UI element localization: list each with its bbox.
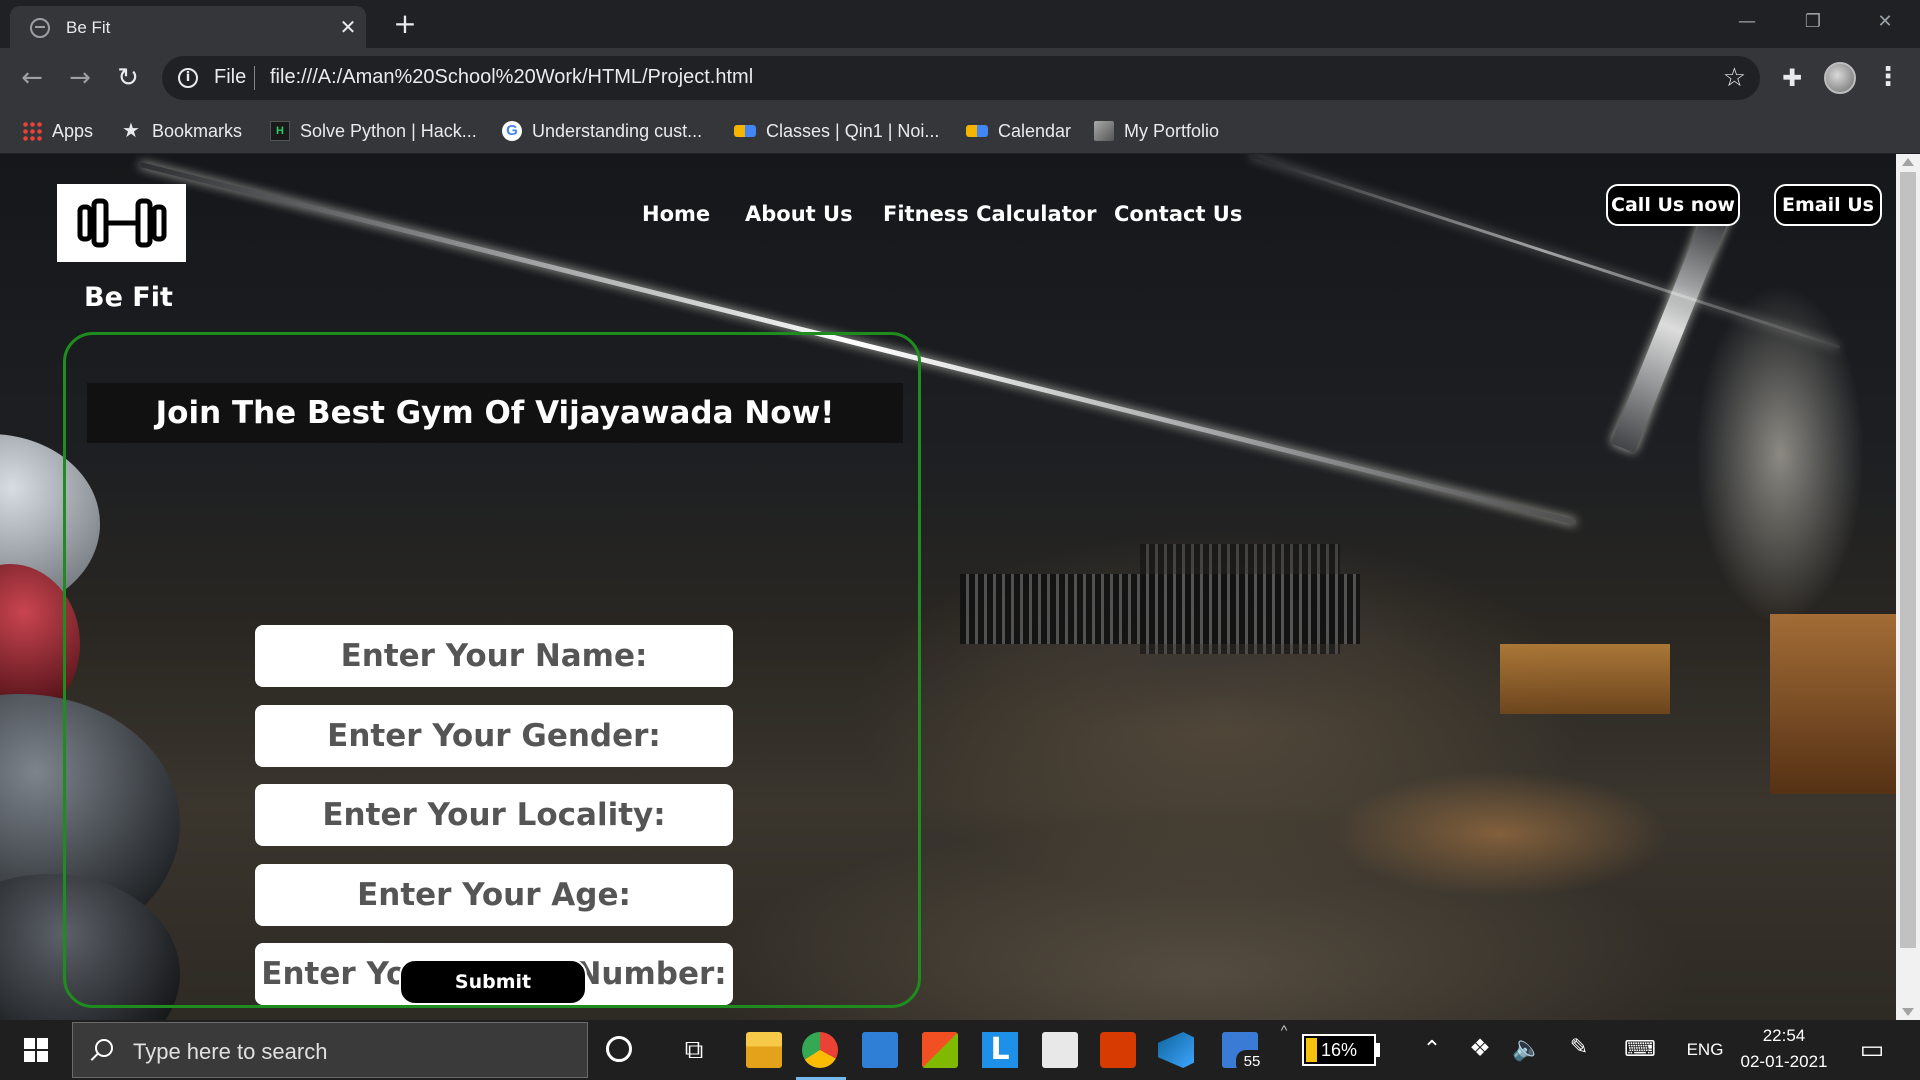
keyboard-icon[interactable]: ⌨ [1620,1036,1660,1062]
new-tab-button[interactable]: + [390,10,420,40]
submit-button[interactable]: Submit [399,959,587,1005]
bookmark-label: Bookmarks [152,120,243,141]
classes-icon [734,125,756,137]
minimize-button[interactable]: — [1724,6,1770,38]
office-icon[interactable] [1100,1032,1136,1068]
chrome-icon[interactable] [802,1032,838,1068]
brand-name: Be Fit [84,282,173,313]
browser-tab[interactable]: Be Fit ✕ [10,6,366,48]
clock-date[interactable]: 02-01-2021 [1734,1052,1834,1072]
notification-count: 55 [1236,1050,1268,1074]
age-input[interactable] [255,864,733,926]
scroll-up-arrow-icon[interactable] [1902,158,1914,166]
page-viewport: Be Fit Home About Us Fitness Calculator … [0,154,1896,1020]
clock-time[interactable]: 22:54 [1734,1026,1834,1046]
extensions-puzzle-icon[interactable]: ✚ [1776,62,1808,94]
bookmark-label: Calendar [998,120,1072,141]
forward-arrow-icon[interactable]: → [64,62,96,94]
battery-percentage: 16% [1320,1040,1358,1060]
restore-button[interactable]: ❐ [1790,6,1836,38]
logo[interactable] [57,184,186,262]
bookmark-apps[interactable]: Apps [22,118,93,144]
volume-icon[interactable]: 🔈 [1512,1034,1542,1063]
bookmark-portfolio[interactable]: My Portfolio [1094,118,1219,144]
scroll-thumb[interactable] [1900,172,1916,948]
apps-grid-icon [22,121,42,141]
tab-strip: Be Fit ✕ + — ❐ ✕ [0,0,1920,48]
mail-icon[interactable] [862,1032,898,1068]
back-arrow-icon[interactable]: ← [16,62,48,94]
tab-title: Be Fit [66,18,111,37]
bookmark-label: Understanding cust... [532,120,703,141]
nav-about-us[interactable]: About Us [745,202,853,226]
bookmark-bookmarks[interactable]: ★ Bookmarks [122,118,242,144]
vscode-icon[interactable] [1158,1032,1194,1068]
hackerrank-icon: H [270,121,290,141]
globe-icon [30,18,50,38]
page-scrollbar[interactable] [1896,154,1920,1020]
action-center-icon[interactable]: ▭ [1856,1034,1888,1065]
bookmarks-bar: Apps ★ Bookmarks H Solve Python | Hack..… [0,108,1920,154]
battery-indicator[interactable]: 16% [1302,1034,1376,1066]
search-icon [95,1039,113,1057]
close-window-button[interactable]: ✕ [1862,6,1908,38]
google-icon: G [502,121,522,141]
close-tab-icon[interactable]: ✕ [336,15,360,39]
language-indicator[interactable]: ENG [1680,1040,1730,1060]
search-placeholder: Type here to search [133,1039,328,1064]
bookmark-label: My Portfolio [1124,120,1220,141]
taskbar-search[interactable]: Type here to search [72,1022,588,1078]
reload-icon[interactable]: ↻ [112,62,144,94]
taskbar: Type here to search ⧉ L 55 ^ 16% ⌃ ❖ 🔈 ✎… [0,1020,1920,1080]
show-hidden-icons-icon[interactable]: ⌃ [1420,1036,1444,1062]
bookmark-star-icon[interactable]: ☆ [1723,63,1746,93]
bookmark-label: Classes | Qin1 | Noi... [766,120,940,141]
store-icon[interactable] [922,1032,958,1068]
task-view-icon[interactable]: ⧉ [676,1032,712,1068]
windows-logo-icon [24,1038,35,1049]
join-form: Join The Best Gym Of Vijayawada Now! Sub… [63,332,921,1008]
bookmark-calendar[interactable]: Calendar [966,118,1071,144]
info-icon[interactable]: i [178,68,198,88]
bookmark-classes[interactable]: Classes | Qin1 | Noi... [734,118,939,144]
calendar-icon [966,125,988,137]
gender-input[interactable] [255,705,733,767]
python-editor-icon[interactable] [1042,1032,1078,1068]
address-divider [254,66,255,90]
pen-icon[interactable]: ✎ [1566,1034,1592,1060]
scroll-down-arrow-icon[interactable] [1902,1008,1914,1016]
nav-fitness-calculator[interactable]: Fitness Calculator [883,202,1096,226]
nav-contact-us[interactable]: Contact Us [1114,202,1242,226]
menu-dots-icon[interactable]: ⋮ [1872,62,1904,94]
name-input[interactable] [255,625,733,687]
dropbox-icon[interactable]: ❖ [1466,1034,1494,1063]
browser-toolbar: ← → ↻ i File file:///A:/Aman%20School%20… [0,48,1920,108]
bookmark-label: Solve Python | Hack... [300,120,477,141]
call-us-button[interactable]: Call Us now [1606,184,1740,226]
cortana-icon[interactable] [606,1036,632,1062]
form-title: Join The Best Gym Of Vijayawada Now! [87,383,903,443]
portfolio-icon [1094,121,1114,141]
bookmark-understanding[interactable]: G Understanding cust... [502,118,702,144]
start-button[interactable] [0,1020,70,1080]
locality-input[interactable] [255,784,733,846]
dumbbell-icon [77,198,166,248]
nav-home[interactable]: Home [642,202,710,226]
email-us-button[interactable]: Email Us [1774,184,1882,226]
star-icon: ★ [122,120,140,142]
address-bar[interactable]: i File file:///A:/Aman%20School%20Work/H… [162,56,1760,100]
file-explorer-icon[interactable] [746,1032,782,1068]
overflow-up-icon[interactable]: ^ [1274,1022,1294,1038]
address-scheme: File [214,66,247,88]
bookmark-hackerrank[interactable]: H Solve Python | Hack... [270,118,477,144]
profile-avatar[interactable] [1824,62,1856,94]
address-url[interactable]: file:///A:/Aman%20School%20Work/HTML/Pro… [270,66,753,89]
battery-tip [1376,1043,1380,1057]
bookmark-label: Apps [52,120,94,141]
l-app-icon[interactable]: L [982,1032,1018,1068]
